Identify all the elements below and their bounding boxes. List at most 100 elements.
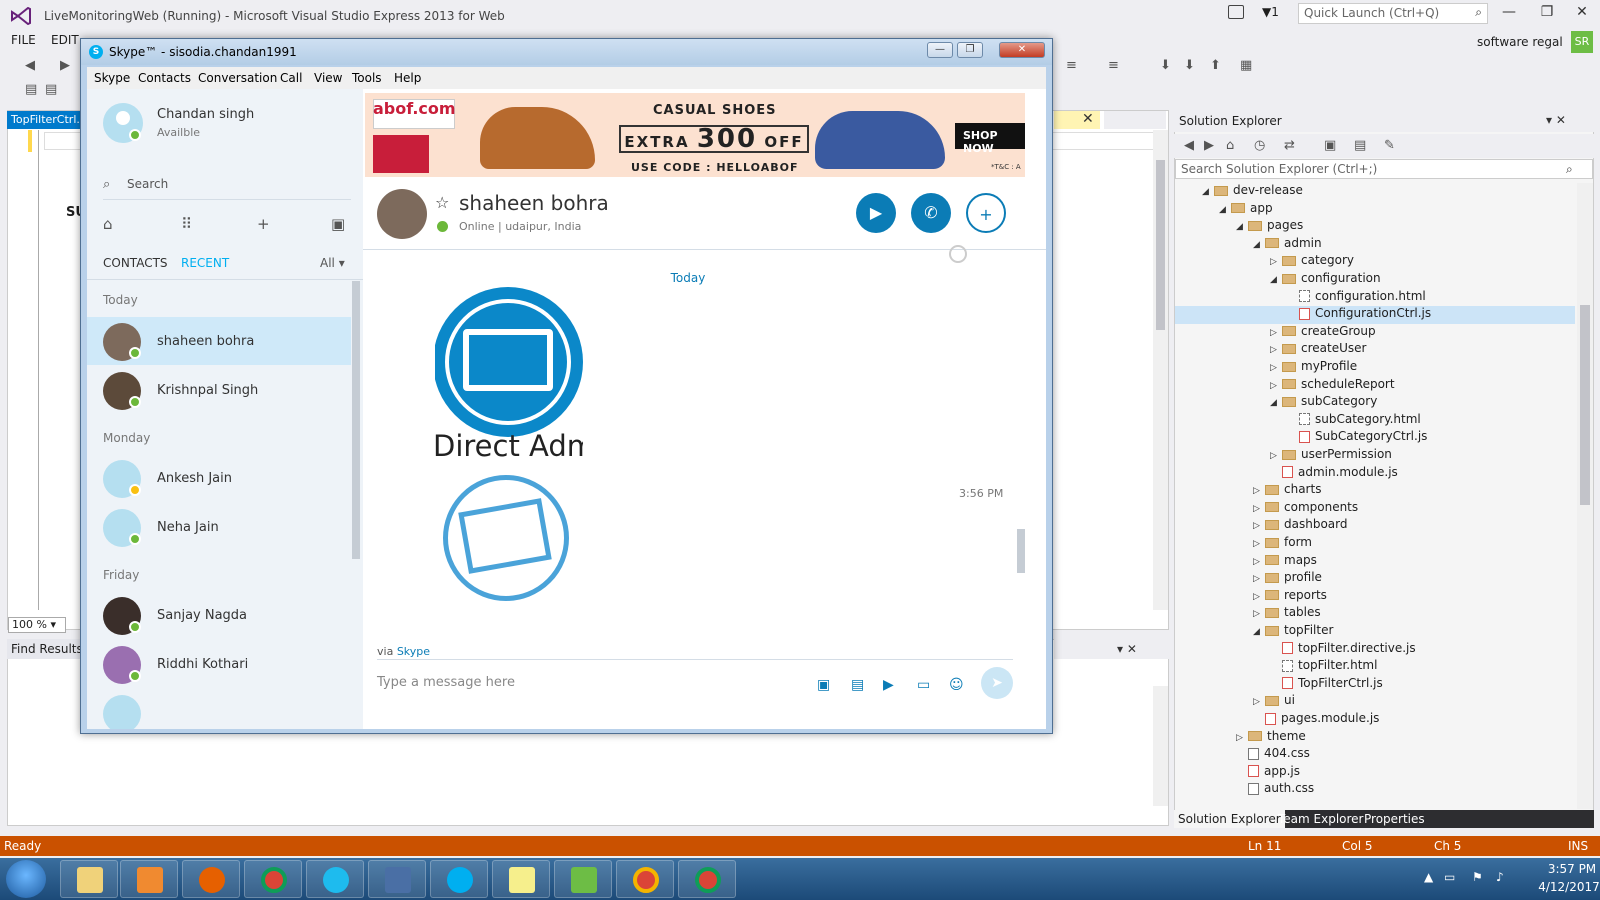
add-icon[interactable]: + (257, 215, 270, 233)
tree-item[interactable]: ◢ app (1175, 201, 1575, 219)
contact-krishnpal-singh[interactable]: Krishnpal Singh (87, 366, 351, 414)
collapse-arrow-icon[interactable]: ◢ (1202, 187, 1214, 197)
skype-restore-button[interactable]: ❐ (957, 42, 983, 58)
history-icon[interactable]: ◷ (1254, 138, 1270, 153)
send-photo-icon[interactable]: ▣ (817, 677, 830, 693)
home-icon[interactable]: ⌂ (1226, 138, 1242, 153)
my-status[interactable]: Availble (157, 126, 200, 139)
collapse-icon[interactable]: ▣ (1324, 138, 1340, 153)
tree-item[interactable]: configuration.html (1175, 289, 1575, 307)
taskbar-skype[interactable] (430, 860, 488, 898)
tray-show-hidden-icon[interactable]: ▲ (1424, 870, 1433, 884)
expand-arrow-icon[interactable]: ▷ (1253, 574, 1265, 584)
maximize-button[interactable]: ❐ (1532, 4, 1562, 24)
tab-team-explorer[interactable]: Team Explorer (1278, 812, 1364, 826)
expand-arrow-icon[interactable]: ▷ (1270, 451, 1282, 461)
tree-item[interactable]: ▷ myProfile (1175, 359, 1575, 377)
tree-item[interactable]: ◢ topFilter (1175, 623, 1575, 641)
start-button[interactable] (6, 860, 46, 898)
expand-arrow-icon[interactable]: ▷ (1253, 557, 1265, 567)
grid-icon[interactable]: ▦ (1240, 58, 1256, 73)
send-file-icon[interactable]: ▤ (851, 677, 864, 693)
dialpad-icon[interactable]: ⠿ (181, 215, 192, 233)
collapse-arrow-icon[interactable]: ◢ (1219, 205, 1231, 215)
tree-item[interactable]: ▷ category (1175, 253, 1575, 271)
expand-arrow-icon[interactable]: ▷ (1236, 733, 1248, 743)
skype-menu-contacts[interactable]: Contacts (138, 71, 191, 85)
collapse-arrow-icon[interactable]: ◢ (1253, 240, 1265, 250)
tab-contacts[interactable]: CONTACTS (103, 256, 168, 270)
expand-arrow-icon[interactable]: ▷ (1253, 592, 1265, 602)
back-icon[interactable]: ◀ (1184, 138, 1200, 153)
toolbar-icon-b[interactable]: ▤ (45, 82, 61, 97)
contact-sanjay-nagda[interactable]: Sanjay Nagda (87, 591, 351, 639)
tray-volume-icon[interactable]: ♪ (1496, 870, 1504, 884)
tree-item[interactable]: auth.css (1175, 781, 1575, 799)
conversation-avatar[interactable] (377, 189, 427, 239)
tree-item[interactable]: ◢ configuration (1175, 271, 1575, 289)
video-message-icon[interactable]: ▶ (883, 677, 894, 693)
contact-list-scrollbar[interactable] (352, 281, 360, 559)
taskbar-chrome-3[interactable] (678, 860, 736, 898)
tree-item[interactable]: topFilter.html (1175, 658, 1575, 676)
forward-icon[interactable]: ▶ (60, 58, 76, 73)
find-results-scrollbar[interactable] (1153, 686, 1168, 806)
contact-search-input[interactable]: Search (127, 177, 168, 191)
taskbar-chrome-2[interactable] (616, 860, 674, 898)
attach-icon[interactable]: ⬆ (1210, 58, 1226, 73)
emoticon-icon[interactable]: ☺ (949, 677, 964, 693)
skype-menu-help[interactable]: Help (394, 71, 421, 85)
video-call-button[interactable]: ▶ (856, 193, 896, 233)
format-icon[interactable]: ≡ (1066, 58, 1082, 73)
back-icon[interactable]: ◀ (25, 58, 41, 73)
tree-item[interactable]: ▷ reports (1175, 588, 1575, 606)
skype-menu-view[interactable]: View (314, 71, 342, 85)
tree-item[interactable]: ▷ ui (1175, 693, 1575, 711)
tree-item[interactable]: TopFilterCtrl.js (1175, 676, 1575, 694)
find-results-title[interactable]: Find Results 1 (7, 639, 85, 659)
conversation-scroll-thumb[interactable] (1017, 529, 1025, 573)
tree-item[interactable]: ◢ admin (1175, 236, 1575, 254)
my-name[interactable]: Chandan singh (157, 107, 254, 122)
toolbar-icon-a[interactable]: ▤ (25, 82, 41, 97)
editor-tab[interactable]: TopFilterCtrl. (7, 111, 85, 129)
zoom-select[interactable]: 100 % ▾ (8, 617, 66, 633)
expand-arrow-icon[interactable]: ▷ (1270, 328, 1282, 338)
expand-arrow-icon[interactable]: ▷ (1253, 697, 1265, 707)
message-input[interactable]: Type a message here (377, 675, 515, 690)
skype-menu-tools[interactable]: Tools (352, 71, 382, 85)
tree-item[interactable]: ▷ createGroup (1175, 324, 1575, 342)
expand-arrow-icon[interactable]: ▷ (1253, 521, 1265, 531)
tree-item[interactable]: ▷ dashboard (1175, 517, 1575, 535)
tree-item[interactable]: ▷ components (1175, 500, 1575, 518)
taskbar-media-player[interactable] (120, 860, 178, 898)
tab-solution-explorer[interactable]: Solution Explorer (1174, 810, 1285, 828)
filter-icon[interactable]: ▼1 (1262, 5, 1279, 19)
expand-arrow-icon[interactable]: ▷ (1253, 609, 1265, 619)
tab-properties[interactable]: Properties (1364, 812, 1425, 826)
tree-item[interactable]: ▷ form (1175, 535, 1575, 553)
skype-minimize-button[interactable]: — (927, 42, 953, 58)
taskbar-firefox[interactable] (182, 860, 240, 898)
taskbar-network[interactable] (368, 860, 426, 898)
taskbar-chrome[interactable] (244, 860, 302, 898)
tree-item[interactable]: ▷ charts (1175, 482, 1575, 500)
contact-card-icon[interactable]: ▣ (331, 215, 345, 233)
expand-arrow-icon[interactable]: ▷ (1253, 539, 1265, 549)
clock-date[interactable]: 4/12/2017 (1538, 880, 1600, 894)
send-contact-icon[interactable]: ▭ (917, 677, 930, 693)
collapse-arrow-icon[interactable]: ◢ (1270, 275, 1282, 285)
conversation-name[interactable]: shaheen bohra (459, 191, 609, 215)
close-button[interactable]: ✕ (1567, 4, 1597, 24)
tree-item[interactable]: 404.css (1175, 746, 1575, 764)
tree-item[interactable]: ◢ dev-release (1175, 183, 1575, 201)
menu-edit[interactable]: EDIT (51, 33, 79, 47)
home-icon[interactable]: ⌂ (103, 215, 113, 233)
skype-menu-skype[interactable]: Skype (94, 71, 130, 85)
tree-item[interactable]: admin.module.js (1175, 465, 1575, 483)
skype-menu-conversation[interactable]: Conversation (198, 71, 277, 85)
quick-launch-input[interactable]: Quick Launch (Ctrl+Q) ⌕ (1298, 3, 1488, 24)
sync-icon[interactable]: ⇄ (1284, 138, 1300, 153)
tree-item[interactable]: subCategory.html (1175, 412, 1575, 430)
menu-file[interactable]: FILE (11, 33, 36, 47)
